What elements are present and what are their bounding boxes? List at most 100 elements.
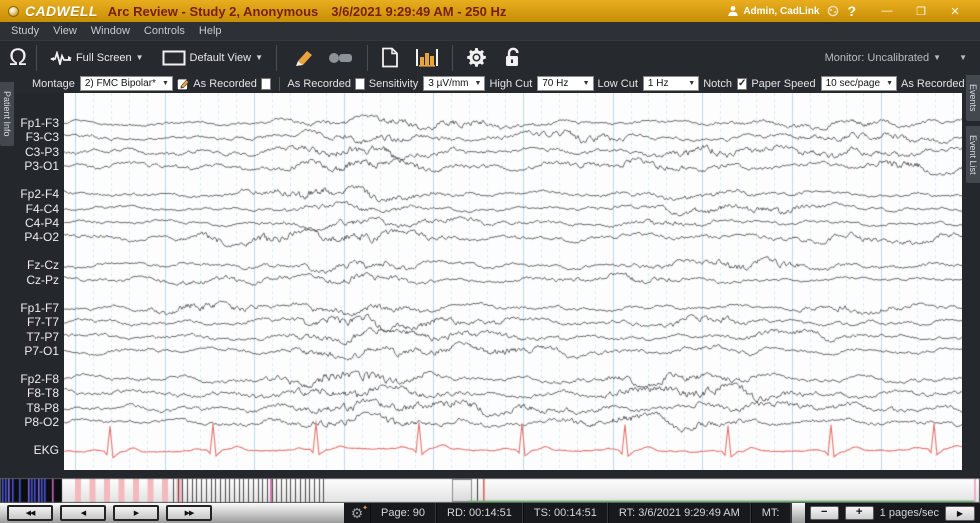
channel-label: Cz-Pz	[0, 273, 59, 287]
as-recorded-montage-checkbox[interactable]	[261, 78, 271, 90]
montage-edit-icon[interactable]	[177, 76, 189, 92]
window-title: Arc Review - Study 2, Anonymous	[108, 4, 318, 19]
chevron-down-icon: ▼	[255, 53, 263, 62]
channel-label: Fp1-F7	[0, 301, 59, 315]
gear-icon	[466, 47, 487, 68]
chevron-down-icon: ▼	[886, 80, 893, 87]
full-screen-dropdown[interactable]: Full Screen ▼	[46, 49, 148, 67]
user-name[interactable]: Admin, CadLink	[743, 6, 819, 17]
marker-time: MT:	[751, 503, 791, 523]
toolbar-overflow-chevron[interactable]: ▼	[959, 53, 967, 62]
channel-label: Fp2-F4	[0, 187, 59, 201]
eeg-trace-area[interactable]	[64, 93, 962, 470]
page-nav-strip: ◀◀ ◀ ▶ ▶▶	[0, 503, 344, 523]
chevron-down-icon: ▼	[583, 80, 590, 87]
as-recorded-sensitivity-checkbox[interactable]	[355, 78, 365, 90]
channel-label: F3-C3	[0, 130, 59, 144]
highlighter-button[interactable]	[286, 46, 318, 70]
play-button[interactable]: ▶	[945, 506, 975, 521]
playback-speed-label: 1 pages/sec	[880, 507, 939, 519]
video-camera-icon	[328, 50, 354, 66]
trends-button[interactable]	[411, 45, 443, 70]
menu-bar: Study View Window Controls Help	[0, 22, 980, 40]
playback-controls: − + 1 pages/sec ▶	[805, 503, 980, 523]
page-indicator: Page: 90	[370, 503, 436, 523]
last-page-button[interactable]: ▶▶	[166, 505, 212, 521]
previous-page-button[interactable]: ◀	[60, 505, 106, 521]
chevron-down-icon: ▼	[688, 80, 695, 87]
window-title-time: 3/6/2021 9:29:49 AM - 250 Hz	[331, 4, 506, 19]
channel-label: Fz-Cz	[0, 258, 59, 272]
channel-label: P8-O2	[0, 415, 59, 429]
menu-study[interactable]: Study	[4, 23, 46, 39]
restore-button[interactable]: ❐	[904, 5, 938, 18]
tab-events[interactable]: Events	[966, 75, 980, 121]
menu-view[interactable]: View	[46, 23, 84, 39]
close-button[interactable]: ✕	[938, 5, 972, 18]
channel-label: F8-T8	[0, 386, 59, 400]
next-page-button[interactable]: ▶	[113, 505, 159, 521]
lock-button[interactable]	[499, 45, 527, 70]
montage-select[interactable]: 2) FMC Bipolar* ▼	[80, 76, 173, 91]
toolbar: Ω Full Screen ▼ Default View ▼	[0, 40, 980, 74]
toolbar-separator	[367, 45, 368, 71]
user-icon	[727, 5, 739, 17]
app-icon	[8, 6, 19, 17]
record-duration: RD: 00:14:51	[436, 503, 523, 523]
minimize-button[interactable]: —	[870, 5, 904, 17]
timeline-scrollbar[interactable]	[0, 478, 980, 503]
toolbar-separator	[36, 45, 37, 71]
status-settings-button[interactable]: ⚙ ✦	[344, 503, 370, 523]
notch-label: Notch	[703, 78, 732, 90]
paper-speed-select[interactable]: 10 sec/page ▼	[821, 76, 897, 91]
overview-timeline	[0, 478, 980, 503]
speed-increase-button[interactable]: +	[845, 506, 874, 520]
title-bar: CADWELL Arc Review - Study 2, Anonymous …	[0, 0, 980, 22]
settings-button[interactable]	[462, 45, 491, 70]
impedance-omega-button[interactable]: Ω	[9, 43, 27, 73]
channel-label: Fp2-F8	[0, 372, 59, 386]
monitor-dropdown[interactable]: Monitor: Uncalibrated	[825, 52, 930, 64]
timestamp: TS: 00:14:51	[523, 503, 608, 523]
low-cut-select[interactable]: 1 Hz ▼	[643, 76, 699, 91]
video-button[interactable]	[324, 48, 358, 68]
toolbar-separator	[276, 45, 277, 71]
waveform-icon	[50, 51, 72, 65]
chevron-down-icon: ▼	[162, 80, 169, 87]
new-report-button[interactable]	[377, 45, 403, 70]
low-cut-label: Low Cut	[598, 78, 638, 90]
high-cut-select[interactable]: 70 Hz ▼	[537, 76, 593, 91]
toolbar-separator	[452, 45, 453, 71]
as-recorded-sensitivity-label: As Recorded	[287, 78, 351, 90]
highlighter-icon	[290, 48, 314, 68]
status-filler-strip	[791, 503, 805, 523]
channel-label: P4-O2	[0, 230, 59, 244]
menu-help[interactable]: Help	[192, 23, 229, 39]
channel-label: T8-P8	[0, 401, 59, 415]
chevron-down-icon[interactable]: ▼	[933, 53, 941, 62]
tab-event-list[interactable]: Event List	[966, 126, 980, 184]
sensitivity-select[interactable]: 3 µV/mm ▼	[423, 76, 485, 91]
paper-speed-label: Paper Speed	[751, 78, 815, 90]
eeg-main-area: Patient Info Fp1-F3F3-C3C3-P3P3-O1Fp2-F4…	[0, 93, 980, 478]
document-icon	[381, 47, 399, 68]
notch-checkbox[interactable]: ✓	[737, 78, 747, 90]
menu-window[interactable]: Window	[84, 23, 137, 39]
help-button[interactable]: ?	[847, 3, 856, 19]
channel-label: C3-P3	[0, 145, 59, 159]
default-view-dropdown[interactable]: Default View ▼	[158, 48, 267, 68]
record-time: RT: 3/6/2021 9:29:49 AM	[608, 503, 751, 523]
cadlink-sync-icon[interactable]	[827, 5, 839, 17]
channel-label: P7-O1	[0, 344, 59, 358]
channel-label: T7-P7	[0, 330, 59, 344]
cadwell-logo: CADWELL	[25, 3, 98, 19]
settings-bar: Montage 2) FMC Bipolar* ▼ As Recorded As…	[0, 74, 980, 93]
speed-decrease-button[interactable]: −	[810, 506, 839, 520]
channel-label: F7-T7	[0, 315, 59, 329]
channel-label: P3-O1	[0, 159, 59, 173]
high-cut-label: High Cut	[489, 78, 532, 90]
first-page-button[interactable]: ◀◀	[7, 505, 53, 521]
channel-label: EKG	[0, 443, 59, 457]
spark-icon: ✦	[362, 504, 368, 512]
menu-controls[interactable]: Controls	[137, 23, 192, 39]
